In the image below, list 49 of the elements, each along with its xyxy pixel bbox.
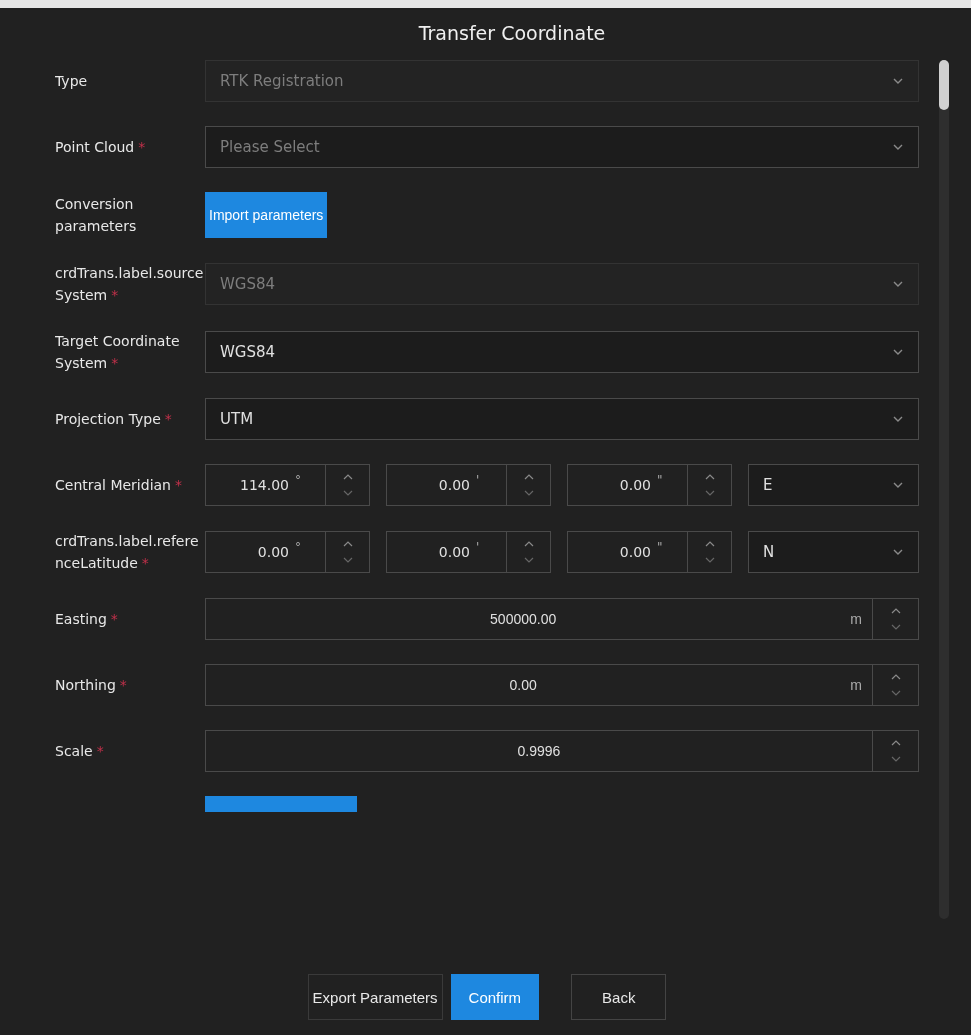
- number-field[interactable]: 0.9996: [205, 730, 919, 772]
- field-label: Central Meridian *: [55, 476, 183, 495]
- dialog-title: Transfer Coordinate: [417, 21, 607, 46]
- number-field[interactable]: 0.00 °: [205, 531, 370, 573]
- required-asterisk: *: [110, 611, 118, 627]
- number-field[interactable]: 0.00 ': [386, 531, 551, 573]
- chevron-down-icon: [892, 143, 904, 151]
- field-label: Target Coordinate System *: [55, 332, 181, 373]
- scrollbar-thumb[interactable]: [939, 60, 949, 110]
- select-field[interactable]: WGS84: [205, 331, 919, 373]
- chevron-down-icon: [892, 77, 904, 85]
- field-label: Scale *: [55, 742, 105, 761]
- field-label: Type: [55, 72, 89, 91]
- field-label: Easting *: [55, 610, 119, 629]
- number-field[interactable]: 0.00 ": [567, 464, 732, 506]
- field-label: Northing *: [55, 676, 128, 695]
- number-field[interactable]: 0.00 m: [205, 664, 919, 706]
- select-field[interactable]: E: [748, 464, 919, 506]
- number-field[interactable]: 114.00 °: [205, 464, 370, 506]
- required-asterisk: *: [96, 743, 104, 759]
- field-label: crdTrans.label.sourceSystem *: [55, 264, 205, 305]
- select-field[interactable]: Please Select: [205, 126, 919, 168]
- import-button[interactable]: Import parameters: [205, 192, 328, 238]
- field-label: Projection Type *: [55, 410, 173, 429]
- number-field[interactable]: 500000.00 m: [205, 598, 919, 640]
- chevron-down-icon: [892, 348, 904, 356]
- number-field[interactable]: 0.00 ": [567, 531, 732, 573]
- chevron-down-icon: [892, 415, 904, 423]
- required-asterisk: *: [164, 411, 172, 427]
- chevron-down-icon: [892, 548, 904, 556]
- required-asterisk: *: [175, 477, 182, 493]
- partly-hidden-button[interactable]: [205, 796, 357, 812]
- footer-button[interactable]: Export Parameters: [307, 974, 443, 1020]
- required-asterisk: *: [141, 555, 149, 571]
- field-label: Conversion parameters: [55, 195, 138, 236]
- field-label: Point Cloud *: [55, 138, 147, 157]
- select-field[interactable]: N: [748, 531, 919, 573]
- field-label: crdTrans.label.referenceLatitude *: [55, 532, 200, 573]
- select-field[interactable]: UTM: [205, 398, 919, 440]
- scrollbar[interactable]: [939, 60, 949, 919]
- footer-button[interactable]: Back: [571, 974, 667, 1020]
- required-asterisk: *: [138, 139, 146, 155]
- required-asterisk: *: [119, 677, 127, 693]
- number-field[interactable]: 0.00 ': [386, 464, 551, 506]
- required-asterisk: *: [111, 355, 119, 371]
- confirm-button[interactable]: Confirm: [450, 974, 540, 1020]
- chevron-down-icon: [892, 481, 904, 489]
- required-asterisk: *: [111, 287, 119, 303]
- chevron-down-icon: [892, 280, 904, 288]
